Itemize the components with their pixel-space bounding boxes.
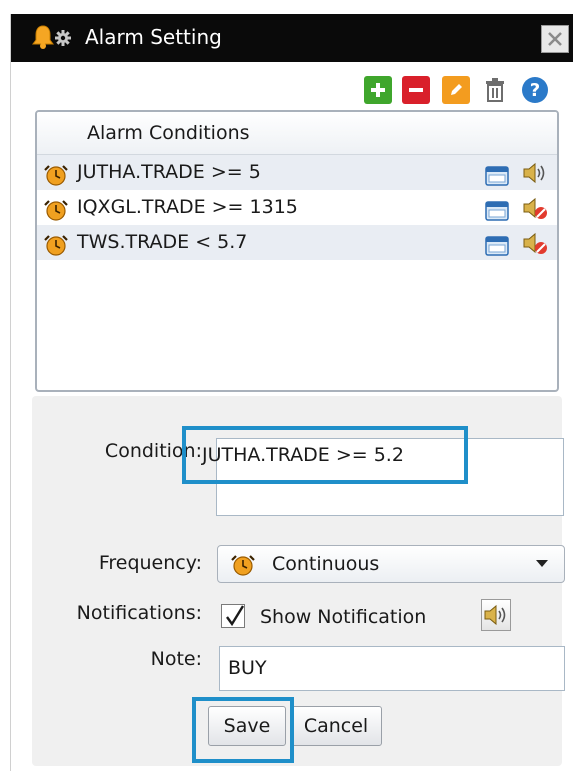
alarm-condition-row[interactable]: IQXGL.TRADE >= 1315: [37, 190, 557, 225]
alarm-clock-icon: [230, 554, 256, 580]
condition-editor: Condition: JUTHA.TRADE >= 5.2 Frequency:…: [32, 396, 565, 766]
add-icon: [371, 83, 385, 97]
alarm-bell-icon: [31, 24, 77, 50]
sound-on-icon: [484, 604, 506, 626]
close-button[interactable]: [541, 25, 569, 53]
close-icon: [548, 32, 562, 46]
note-input[interactable]: BUY: [219, 646, 565, 691]
remove-icon: [409, 88, 423, 92]
alarm-condition-row[interactable]: JUTHA.TRADE >= 5: [37, 155, 557, 190]
condition-value: JUTHA.TRADE >= 5.2: [202, 444, 404, 466]
sound-muted-icon[interactable]: [521, 231, 549, 267]
alarm-clock-icon: [43, 233, 69, 268]
alarm-condition-text: JUTHA.TRADE >= 5: [77, 161, 261, 183]
add-button[interactable]: [364, 76, 392, 104]
alarm-condition-text: IQXGL.TRADE >= 1315: [77, 196, 298, 218]
cancel-button[interactable]: Cancel: [290, 706, 382, 746]
save-highlight-box: [192, 697, 294, 763]
alarm-condition-text: TWS.TRADE < 5.7: [77, 231, 248, 253]
svg-text:?: ?: [530, 80, 540, 101]
trash-icon: [486, 78, 504, 102]
alarm-conditions-list: Alarm Conditions JUTHA.TRADE >= 5 IQXGL.…: [35, 110, 559, 392]
frequency-select[interactable]: Continuous: [217, 545, 565, 583]
show-notification-label: Show Notification: [260, 606, 427, 628]
toolbar: ?: [11, 76, 573, 106]
delete-button[interactable]: [481, 76, 509, 104]
remove-button[interactable]: [402, 76, 430, 104]
notifications-label: Notifications:: [76, 602, 202, 624]
show-notification-checkbox[interactable]: [221, 604, 245, 628]
alarm-conditions-header: Alarm Conditions: [37, 112, 557, 155]
frequency-value: Continuous: [272, 553, 380, 575]
help-button[interactable]: ?: [521, 76, 549, 104]
edit-icon: [451, 84, 462, 95]
alarm-setting-window: Alarm Setting ? Alarm Conditions JUTHA.T…: [10, 14, 573, 771]
alarm-condition-row[interactable]: TWS.TRADE < 5.7: [37, 225, 557, 260]
title-bar: Alarm Setting: [11, 14, 573, 62]
frequency-label: Frequency:: [98, 552, 202, 574]
window-icon[interactable]: [485, 233, 509, 268]
edit-button[interactable]: [442, 76, 470, 104]
window-title: Alarm Setting: [85, 25, 222, 49]
note-label: Note:: [150, 648, 202, 670]
help-icon: ?: [522, 77, 548, 103]
sound-button[interactable]: [481, 599, 511, 631]
note-value: BUY: [228, 657, 267, 679]
checkmark-icon: [226, 605, 245, 627]
chevron-down-icon: [536, 560, 548, 567]
